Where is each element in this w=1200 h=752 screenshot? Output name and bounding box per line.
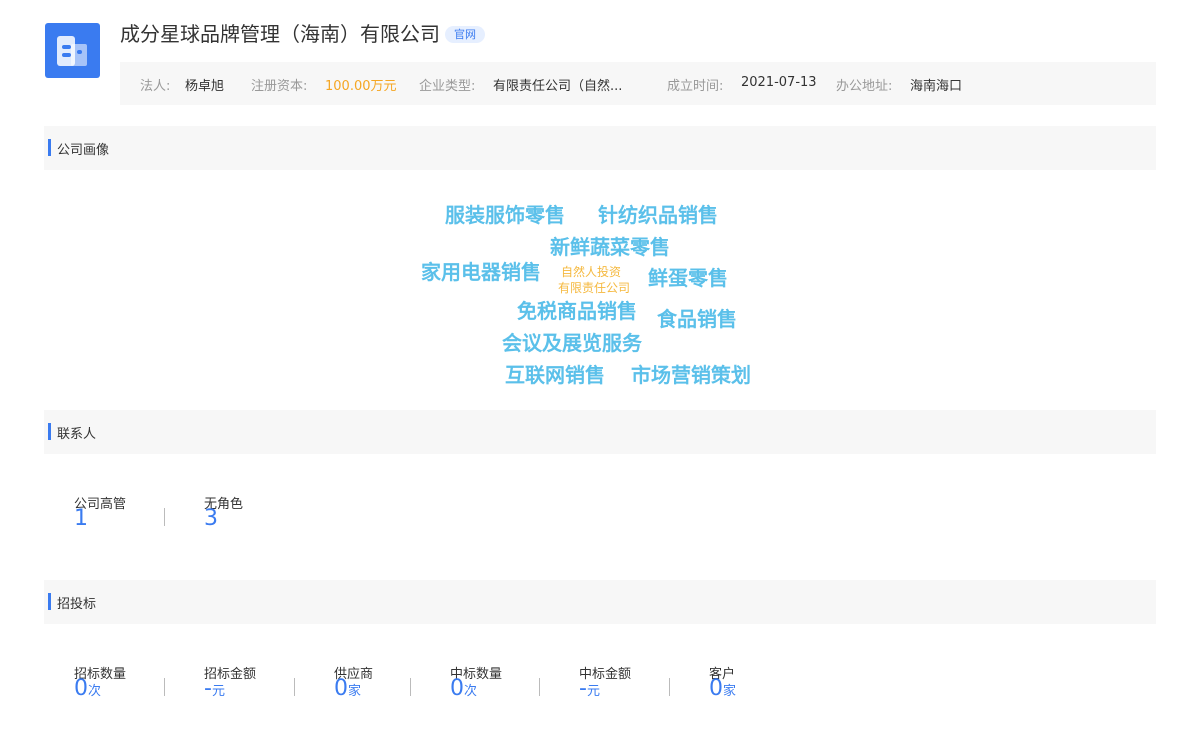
word-cloud-item[interactable]: 新鲜蔬菜零售: [550, 231, 670, 260]
divider: [164, 508, 165, 526]
word-cloud-item[interactable]: 食品销售: [657, 303, 737, 332]
stat-value[interactable]: 0次: [450, 676, 477, 701]
word-cloud-item[interactable]: 市场营销策划: [631, 359, 751, 388]
company-name: 成分星球品牌管理（海南）有限公司: [120, 22, 440, 46]
capital-label: 注册资本:: [251, 79, 308, 94]
word-cloud-item[interactable]: 鲜蛋零售: [648, 262, 728, 291]
stat-value[interactable]: 0家: [709, 676, 736, 701]
section-portrait: 公司画像: [44, 126, 1156, 170]
type-value: 有限责任公司（自然...: [493, 79, 623, 94]
stat-value[interactable]: 3: [204, 506, 218, 531]
section-contacts: 联系人: [44, 410, 1156, 454]
section-title: 公司画像: [57, 143, 110, 158]
official-site-badge[interactable]: 官网: [445, 26, 485, 43]
section-bidding: 招投标: [44, 580, 1156, 624]
word-cloud-item[interactable]: 免税商品销售: [517, 295, 637, 324]
word-cloud-item[interactable]: 家用电器销售: [421, 256, 541, 285]
stat-value[interactable]: 1: [74, 506, 88, 531]
section-title: 招投标: [57, 597, 97, 612]
divider: [164, 678, 165, 696]
section-accent-bar: [48, 593, 51, 610]
divider: [294, 678, 295, 696]
word-cloud-item[interactable]: 自然人投资: [561, 263, 621, 280]
word-cloud-item[interactable]: 服装服饰零售: [445, 199, 565, 228]
address-label: 办公地址:: [836, 79, 893, 94]
word-cloud-item[interactable]: 互联网销售: [505, 359, 605, 388]
address-value: 海南海口: [910, 79, 963, 94]
founded-value: 2021-07-13: [741, 75, 817, 90]
section-accent-bar: [48, 423, 51, 440]
type-label: 企业类型:: [419, 79, 476, 94]
founded-label: 成立时间:: [667, 79, 724, 94]
section-accent-bar: [48, 139, 51, 156]
building-icon: [57, 36, 87, 66]
section-title: 联系人: [57, 427, 97, 442]
legal-person-label: 法人:: [140, 79, 171, 94]
legal-person-value[interactable]: 杨卓旭: [185, 75, 224, 94]
word-cloud-item[interactable]: 针纺织品销售: [598, 199, 718, 228]
word-cloud-item[interactable]: 会议及展览服务: [502, 327, 642, 356]
word-cloud-item[interactable]: 有限责任公司: [558, 279, 630, 296]
stat-value[interactable]: 0次: [74, 676, 101, 701]
stat-value[interactable]: -元: [579, 676, 600, 701]
company-logo: [45, 23, 100, 78]
divider: [410, 678, 411, 696]
divider: [669, 678, 670, 696]
divider: [539, 678, 540, 696]
stat-value[interactable]: 0家: [334, 676, 361, 701]
company-info-bar: 法人: 杨卓旭 注册资本: 100.00万元 企业类型: 有限责任公司（自然..…: [120, 62, 1156, 105]
capital-value: 100.00万元: [325, 79, 397, 94]
stat-value[interactable]: -元: [204, 676, 225, 701]
